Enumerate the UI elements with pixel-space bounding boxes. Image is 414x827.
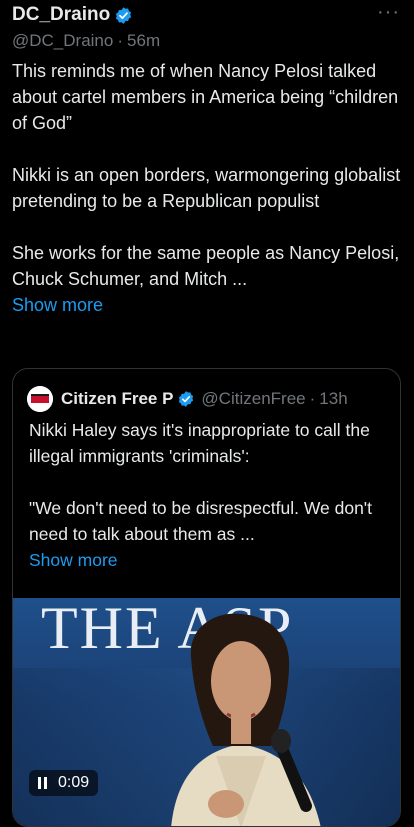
quote-avatar[interactable] xyxy=(27,386,53,412)
author-name[interactable]: DC_Draino xyxy=(12,4,110,26)
post-body: This reminds me of when Nancy Pelosi tal… xyxy=(12,58,402,318)
video-player[interactable]: THE ASP 0:09 xyxy=(13,598,400,826)
quote-header: Citizen Free P @CitizenFree · 13h xyxy=(27,386,348,412)
quoted-tweet[interactable]: Citizen Free P @CitizenFree · 13h Nikki … xyxy=(12,368,401,827)
author-meta: @DC_Draino · 56m xyxy=(12,31,164,51)
post-paragraph: This reminds me of when Nancy Pelosi tal… xyxy=(12,61,399,133)
post-paragraph: Nikki is an open borders, warmongering g… xyxy=(12,165,401,211)
author-row: DC_Draino xyxy=(12,4,133,26)
quote-author-handle[interactable]: @CitizenFree xyxy=(201,389,305,409)
tweet: DC_Draino ··· @DC_Draino · 56m This remind… xyxy=(0,0,414,827)
quote-paragraph: Nikki Haley says it's inappropriate to c… xyxy=(29,420,370,466)
quote-body: Nikki Haley says it's inappropriate to c… xyxy=(29,417,389,573)
quote-show-more-link[interactable]: Show more xyxy=(29,547,389,573)
post-time[interactable]: 56m xyxy=(127,31,160,50)
post-paragraph: She works for the same people as Nancy P… xyxy=(12,243,400,289)
verified-badge-icon xyxy=(179,391,194,407)
author-handle[interactable]: @DC_Draino xyxy=(12,31,113,50)
video-time: 0:09 xyxy=(58,774,90,791)
quote-paragraph: "We don't need to be disrespectful. We d… xyxy=(29,498,373,544)
quote-time[interactable]: 13h xyxy=(319,389,347,409)
pause-icon[interactable] xyxy=(38,777,50,789)
meta-separator: · xyxy=(309,389,316,408)
citizen-free-press-logo-icon xyxy=(27,386,53,412)
show-more-link[interactable]: Show more xyxy=(12,292,402,318)
video-time-indicator[interactable]: 0:09 xyxy=(29,770,99,796)
verified-badge-icon xyxy=(116,6,132,24)
quote-author-name[interactable]: Citizen Free P xyxy=(61,389,173,409)
more-options-button[interactable]: ··· xyxy=(377,2,400,22)
meta-separator: · xyxy=(117,31,124,50)
speaker-figure-icon xyxy=(171,613,321,826)
